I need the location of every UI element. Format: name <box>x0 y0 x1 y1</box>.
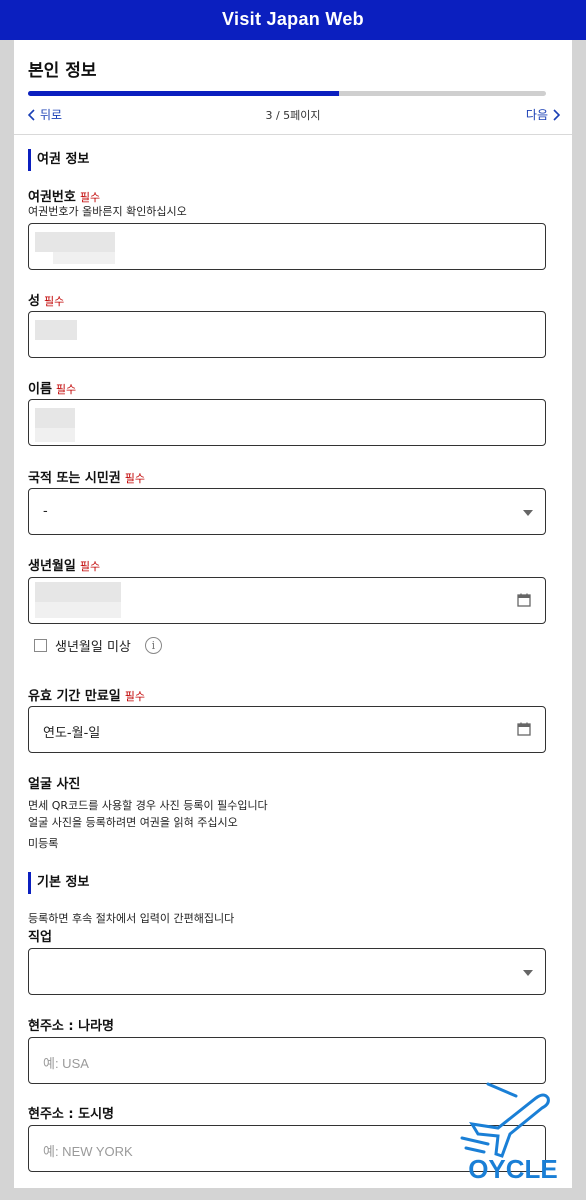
required-badge: 필수 <box>55 383 77 396</box>
form-page: 본인 정보 뒤로 3 / 5페이지 다음 여권 정보 여권번호 필수 여권번호가 … <box>14 0 572 1188</box>
surname-label: 성 필수 <box>28 290 64 309</box>
face-photo-hint-2: 얼굴 사진을 등록하려면 여권을 읽혀 주십시오 <box>28 816 238 829</box>
airplane-icon <box>460 1082 550 1158</box>
basic-section-hint: 등록하면 후속 절차에서 입력이 간편해집니다 <box>28 912 235 925</box>
given-name-input[interactable] <box>28 399 546 446</box>
passport-number-hint: 여권번호가 올바른지 확인하십시오 <box>28 205 187 218</box>
caret-down-icon <box>523 970 533 976</box>
redacted-value <box>35 582 121 602</box>
birth-date-unknown-row: 생년월일 미상 i <box>34 636 162 655</box>
city-placeholder: 예: NEW YORK <box>43 1144 133 1159</box>
birth-date-input[interactable] <box>28 577 546 624</box>
nationality-label: 국적 또는 시민권 필수 <box>28 467 145 486</box>
required-badge: 필수 <box>79 191 101 204</box>
birth-date-unknown-checkbox[interactable] <box>34 639 47 652</box>
redacted-value <box>35 602 121 618</box>
expiry-date-input[interactable]: 연도-월-일 <box>28 706 546 753</box>
required-badge: 필수 <box>43 295 65 308</box>
progress-fill <box>28 91 339 96</box>
redacted-value <box>35 428 75 442</box>
occupation-select[interactable] <box>28 948 546 995</box>
next-label: 다음 <box>525 108 548 122</box>
required-badge: 필수 <box>124 472 146 485</box>
page-indicator: 3 / 5페이지 <box>265 109 321 122</box>
required-badge: 필수 <box>124 690 146 703</box>
oycle-logo: OYCLE <box>460 1082 558 1184</box>
watermark-text: OYCLE <box>468 1154 558 1184</box>
app-title-bar: Visit Japan Web <box>0 0 586 40</box>
expiry-date-label-text: 유효 기간 만료일 <box>28 689 121 704</box>
nationality-label-text: 국적 또는 시민권 <box>28 471 121 486</box>
required-badge: 필수 <box>79 560 101 573</box>
expiry-date-label: 유효 기간 만료일 필수 <box>28 685 145 704</box>
page-header: 본인 정보 뒤로 3 / 5페이지 다음 <box>14 40 572 135</box>
section-title-passport: 여권 정보 <box>28 149 89 171</box>
passport-number-label: 여권번호 필수 <box>28 186 100 205</box>
birth-date-label: 생년월일 필수 <box>28 555 100 574</box>
face-photo-hint-1: 면세 QR코드를 사용할 경우 사진 등록이 필수입니다 <box>28 799 268 812</box>
country-label: 현주소 : 나라명 <box>28 1019 115 1034</box>
progress-bar <box>28 91 546 96</box>
city-label: 현주소 : 도시명 <box>28 1107 115 1122</box>
redacted-value <box>35 232 115 252</box>
chevron-right-icon <box>553 108 560 121</box>
next-button[interactable]: 다음 <box>526 106 560 123</box>
given-name-label: 이름 필수 <box>28 378 76 397</box>
section-title-basic: 기본 정보 <box>28 872 89 894</box>
given-name-label-text: 이름 <box>28 382 52 397</box>
page-title: 본인 정보 <box>28 61 97 81</box>
redacted-value <box>53 252 115 264</box>
birth-date-unknown-label[interactable]: 생년월일 미상 <box>55 636 131 655</box>
info-icon[interactable]: i <box>144 637 162 654</box>
surname-input[interactable] <box>28 311 546 358</box>
occupation-label: 직업 <box>28 930 52 945</box>
expiry-date-placeholder: 연도-월-일 <box>43 726 101 741</box>
redacted-value <box>35 408 75 428</box>
nationality-value: - <box>43 504 48 519</box>
face-photo-status: 미등록 <box>28 837 59 850</box>
app-title: Visit Japan Web <box>222 9 364 29</box>
calendar-icon[interactable] <box>517 593 531 607</box>
nationality-select[interactable]: - <box>28 488 546 535</box>
surname-label-text: 성 <box>28 294 40 309</box>
birth-date-label-text: 생년월일 <box>28 559 76 574</box>
passport-number-input[interactable] <box>28 223 546 270</box>
calendar-icon[interactable] <box>517 722 531 736</box>
redacted-value <box>35 320 77 340</box>
passport-number-label-text: 여권번호 <box>28 190 76 205</box>
country-placeholder: 예: USA <box>43 1056 89 1071</box>
face-photo-label: 얼굴 사진 <box>28 777 81 792</box>
caret-down-icon <box>523 510 533 516</box>
